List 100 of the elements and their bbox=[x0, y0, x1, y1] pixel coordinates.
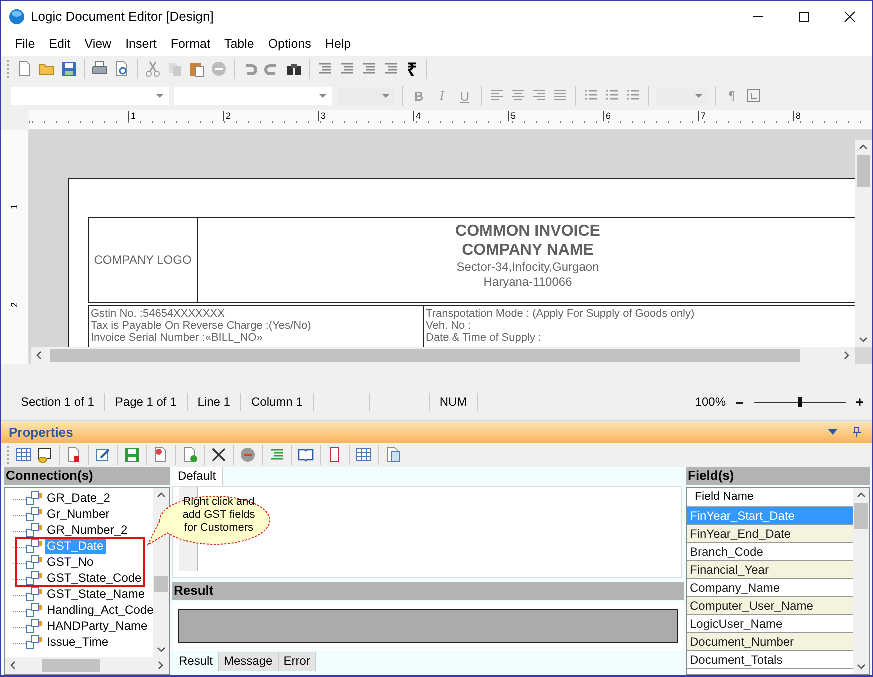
zoom-out-button[interactable]: – bbox=[736, 394, 744, 410]
menu-item[interactable]: File bbox=[9, 37, 44, 51]
grid-icon[interactable] bbox=[355, 446, 373, 464]
tree-item[interactable]: Issue_Time bbox=[45, 634, 111, 650]
ruler-number: 4 bbox=[413, 111, 508, 121]
ruler-number: 1 bbox=[128, 111, 223, 121]
tree-item[interactable]: GR_Number_2 bbox=[45, 522, 130, 538]
menu-item[interactable]: View bbox=[78, 37, 120, 51]
maximize-icon[interactable] bbox=[798, 10, 810, 22]
tree-item[interactable]: GR_Date_2 bbox=[45, 490, 112, 506]
scroll-left-icon[interactable] bbox=[35, 351, 44, 360]
tree-node-icon bbox=[13, 522, 43, 538]
close-x-icon[interactable] bbox=[210, 446, 228, 464]
tree-node-icon bbox=[13, 506, 43, 522]
scrollbar-thumb[interactable] bbox=[154, 576, 168, 592]
table-icon[interactable] bbox=[15, 446, 33, 464]
ruler-number: 2 bbox=[10, 302, 20, 308]
scrollbar-thumb[interactable] bbox=[42, 659, 100, 672]
ruler-number: 2 bbox=[223, 111, 318, 121]
invoice-field: Invoice Serial Number :«BILL_NO» bbox=[91, 332, 421, 344]
status-text: Line 1 bbox=[188, 393, 242, 411]
scroll-right-icon[interactable] bbox=[156, 661, 165, 670]
tree-item[interactable]: GST_No bbox=[45, 554, 96, 570]
tree-node-icon bbox=[13, 602, 43, 618]
ruler-number: 3 bbox=[318, 111, 413, 121]
menu-item[interactable]: Help bbox=[319, 37, 360, 51]
ruler-number: 5 bbox=[508, 111, 603, 121]
tree-node-icon bbox=[13, 570, 43, 586]
invoice-field: Date & Time of Supply : bbox=[426, 332, 855, 344]
tab[interactable]: Error bbox=[278, 652, 316, 671]
menu-item[interactable]: Options bbox=[262, 37, 320, 51]
status-text: Page 1 of 1 bbox=[105, 393, 188, 411]
invoice-title: COMMON INVOICE bbox=[456, 222, 600, 241]
invoice-field: Veh. No : bbox=[426, 320, 855, 332]
close-icon[interactable] bbox=[844, 10, 856, 22]
scroll-up-icon[interactable] bbox=[156, 491, 166, 500]
ruler-number: 7 bbox=[698, 111, 793, 121]
stop-icon[interactable] bbox=[210, 60, 228, 78]
pin-icon[interactable] bbox=[852, 427, 862, 437]
save-icon[interactable] bbox=[123, 446, 141, 464]
scrollbar-thumb[interactable] bbox=[854, 503, 868, 529]
dropdown-arrow-icon[interactable] bbox=[828, 429, 838, 435]
zoom-percentage: 100% bbox=[695, 395, 726, 409]
tree-node-icon bbox=[13, 554, 43, 570]
scroll-up-icon[interactable] bbox=[856, 491, 866, 500]
address-line: Haryana-110066 bbox=[484, 275, 572, 290]
paste-icon[interactable] bbox=[188, 60, 206, 78]
status-text: Section 1 of 1 bbox=[11, 393, 106, 411]
tree-node-icon bbox=[13, 538, 43, 554]
scroll-down-icon[interactable] bbox=[156, 645, 166, 654]
cut-icon[interactable] bbox=[144, 60, 162, 78]
scroll-up-icon[interactable] bbox=[859, 143, 868, 152]
invoice-field: Transpotation Mode : (Apply For Supply of Goods only) bbox=[426, 308, 855, 320]
currency-button[interactable]: ₹ bbox=[404, 57, 420, 81]
tree-node-icon bbox=[13, 586, 43, 602]
tree-item[interactable]: GST_State_Name bbox=[45, 586, 148, 602]
tab[interactable]: Default bbox=[172, 467, 224, 486]
ruler-number: 8 bbox=[793, 111, 872, 121]
logo-label: COMPANY LOGO bbox=[94, 253, 192, 267]
company-name: COMPANY NAME bbox=[462, 241, 594, 260]
tree-item[interactable]: Handling_Act_Code bbox=[45, 602, 153, 618]
frame-icon[interactable] bbox=[746, 88, 762, 104]
tree-item[interactable]: Gr_Number bbox=[45, 506, 112, 522]
address-line: Sector-34,Infocity,Gurgaon bbox=[456, 260, 600, 275]
status-text: Column 1 bbox=[241, 393, 314, 411]
panel-header: Connection(s) bbox=[4, 467, 170, 485]
invoice-field: Gstin No. :54654XXXXXXX bbox=[91, 308, 421, 320]
minus-circle-icon[interactable] bbox=[239, 446, 257, 464]
invoice-field: Tax is Payable On Reverse Charge :(Yes/No) bbox=[91, 320, 421, 332]
app-logo-icon bbox=[9, 8, 25, 24]
field-row[interactable]: Document_Number bbox=[687, 633, 853, 651]
zoom-in-button[interactable]: + bbox=[856, 394, 864, 410]
field-row[interactable]: FinYear_End_Date bbox=[687, 525, 853, 543]
num-lock-indicator: NUM bbox=[430, 393, 478, 411]
panel-title: Properties bbox=[9, 424, 74, 440]
database-icon[interactable] bbox=[36, 446, 54, 464]
scroll-left-icon[interactable] bbox=[9, 661, 18, 670]
scroll-down-icon[interactable] bbox=[859, 335, 868, 344]
tab[interactable]: Message bbox=[219, 652, 279, 671]
panel-header: Result bbox=[172, 582, 684, 600]
field-row[interactable]: Financial_Year bbox=[687, 561, 853, 579]
panel-header: Field(s) bbox=[686, 467, 870, 485]
menu-item[interactable]: Edit bbox=[43, 37, 79, 51]
menu-item[interactable]: Table bbox=[218, 37, 262, 51]
zoom-slider-thumb[interactable] bbox=[798, 397, 802, 407]
scrollbar-thumb[interactable] bbox=[50, 349, 800, 362]
scroll-down-icon[interactable] bbox=[856, 662, 866, 671]
window-title: Logic Document Editor [Design] bbox=[31, 9, 214, 24]
field-row[interactable]: Computer_User_Name bbox=[687, 597, 853, 615]
save-icon[interactable] bbox=[60, 60, 78, 78]
scrollbar-thumb[interactable] bbox=[857, 155, 870, 187]
tree-item[interactable]: HANDParty_Name bbox=[45, 618, 150, 634]
tree-node-icon bbox=[13, 618, 43, 634]
menu-item[interactable]: Format bbox=[164, 37, 218, 51]
tree-node-icon bbox=[13, 490, 43, 506]
tree-item[interactable]: GST_State_Code bbox=[45, 570, 144, 586]
scroll-right-icon[interactable] bbox=[842, 351, 851, 360]
menu-item[interactable]: Insert bbox=[120, 37, 165, 51]
ruler-number: 1 bbox=[10, 204, 20, 210]
ruler-number: 6 bbox=[603, 111, 698, 121]
